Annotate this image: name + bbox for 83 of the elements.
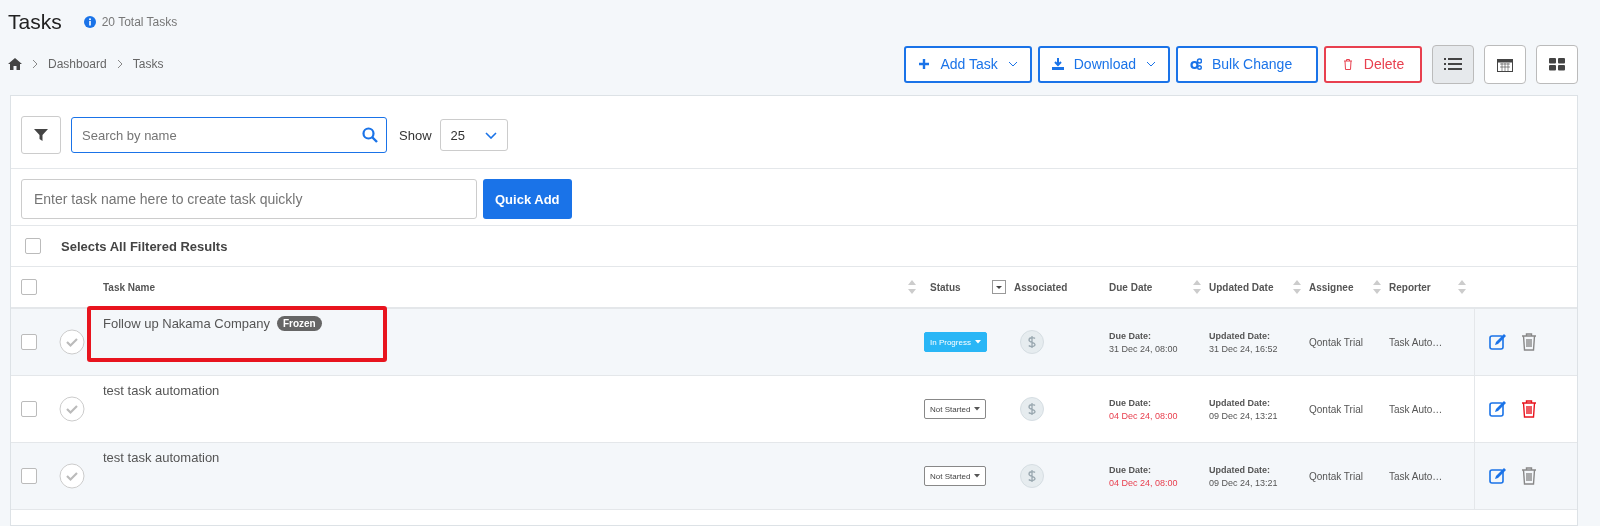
updated-date: 31 Dec 24, 16:52	[1209, 343, 1278, 354]
task-name[interactable]: test task automation	[103, 450, 220, 465]
page-title: Tasks	[8, 10, 62, 34]
show-label: Show	[399, 127, 432, 143]
dollar-icon	[1020, 330, 1044, 354]
info-icon	[83, 16, 96, 28]
quick-add-field[interactable]: Enter task name here to create task quickly	[21, 179, 477, 219]
home-icon[interactable]	[8, 58, 22, 70]
reporter-name: Task Auto…	[1389, 403, 1443, 415]
due-date-label: Due Date:	[1109, 330, 1151, 341]
task-name[interactable]: Follow up Nakama Company	[103, 316, 270, 331]
view-toggle[interactable]	[1432, 44, 1474, 84]
reporter-name: Task Auto…	[1389, 470, 1443, 482]
breadcrumb-link[interactable]: Dashboard	[48, 57, 107, 71]
total-count: 20 Total Tasks	[101, 15, 178, 29]
caret-icon	[974, 474, 981, 478]
column-header[interactable]: Due Date	[1109, 281, 1153, 293]
view-toggle[interactable]	[1536, 44, 1578, 84]
breadcrumb-link[interactable]: Tasks	[132, 57, 164, 71]
edit-icon[interactable]	[1489, 467, 1507, 485]
assignee-name: Qontak Trial	[1309, 336, 1363, 348]
download-icon	[1051, 58, 1064, 70]
task-name[interactable]: test task automation	[103, 383, 220, 398]
column-header[interactable]: Updated Date	[1209, 281, 1274, 293]
trash-icon[interactable]	[1521, 333, 1537, 351]
action-button[interactable]: Download	[1037, 45, 1170, 83]
plus-icon	[918, 58, 931, 70]
status-dropdown[interactable]: Not Started	[924, 399, 987, 419]
chevron-down-icon	[484, 131, 497, 139]
dollar-icon	[1020, 464, 1044, 488]
check-circle-icon[interactable]	[59, 396, 85, 422]
due-date: 31 Dec 24, 08:00	[1109, 343, 1178, 354]
caret-icon	[974, 407, 981, 411]
column-header[interactable]: Reporter	[1389, 281, 1431, 293]
action-button[interactable]: Bulk Change	[1176, 45, 1318, 83]
calendar-icon	[1496, 56, 1514, 72]
check-circle-icon[interactable]	[59, 329, 85, 355]
due-date-label: Due Date:	[1109, 397, 1151, 408]
due-date: 04 Dec 24, 08:00	[1109, 477, 1178, 488]
view-toggle[interactable]	[1484, 44, 1526, 84]
column-header[interactable]: Task Name	[103, 281, 156, 293]
dollar-icon	[1020, 397, 1044, 421]
status-tag: Frozen	[276, 316, 322, 331]
filter-dropdown-icon[interactable]	[992, 280, 1006, 294]
check-circle-icon[interactable]	[59, 463, 85, 489]
delete-button[interactable]: Delete	[1324, 45, 1422, 83]
checkbox[interactable]	[21, 334, 37, 350]
search-field[interactable]: Search by name	[71, 117, 387, 153]
updated-date-label: Updated Date:	[1209, 330, 1270, 341]
trash-icon[interactable]	[1521, 467, 1537, 485]
checkbox[interactable]	[21, 279, 37, 295]
search-icon[interactable]	[362, 127, 378, 143]
updated-date-label: Updated Date:	[1209, 397, 1270, 408]
caret-icon	[974, 340, 981, 344]
trash-icon[interactable]	[1521, 400, 1537, 418]
filter-icon	[34, 128, 48, 142]
checkbox[interactable]	[21, 401, 37, 417]
list-icon	[1444, 56, 1462, 72]
column-header[interactable]: Associated	[1014, 281, 1068, 293]
page-size-select[interactable]: 25	[439, 119, 508, 151]
checkbox[interactable]	[25, 238, 41, 254]
assignee-name: Qontak Trial	[1309, 470, 1363, 482]
due-date-label: Due Date:	[1109, 464, 1151, 475]
status-dropdown[interactable]: Not Started	[924, 466, 987, 486]
updated-date-label: Updated Date:	[1209, 464, 1270, 475]
quick-add-button[interactable]: Quick Add	[483, 179, 572, 219]
chevron-icon	[32, 59, 38, 69]
edit-icon[interactable]	[1489, 333, 1507, 351]
filter-button[interactable]	[21, 116, 61, 154]
column-header[interactable]: Status	[930, 281, 961, 293]
due-date: 04 Dec 24, 08:00	[1109, 410, 1178, 421]
reporter-name: Task Auto…	[1389, 336, 1443, 348]
assignee-name: Qontak Trial	[1309, 403, 1363, 415]
checkbox[interactable]	[21, 468, 37, 484]
select-all-label: Selects All Filtered Results	[61, 238, 228, 254]
column-header[interactable]: Assignee	[1309, 281, 1354, 293]
updated-date: 09 Dec 24, 13:21	[1209, 410, 1278, 421]
edit-icon[interactable]	[1489, 400, 1507, 418]
chevron-icon	[116, 59, 123, 69]
trash-icon	[1341, 58, 1354, 70]
grid-icon	[1548, 56, 1566, 72]
action-button[interactable]: Add Task	[904, 45, 1032, 83]
updated-date: 09 Dec 24, 13:21	[1209, 477, 1278, 488]
